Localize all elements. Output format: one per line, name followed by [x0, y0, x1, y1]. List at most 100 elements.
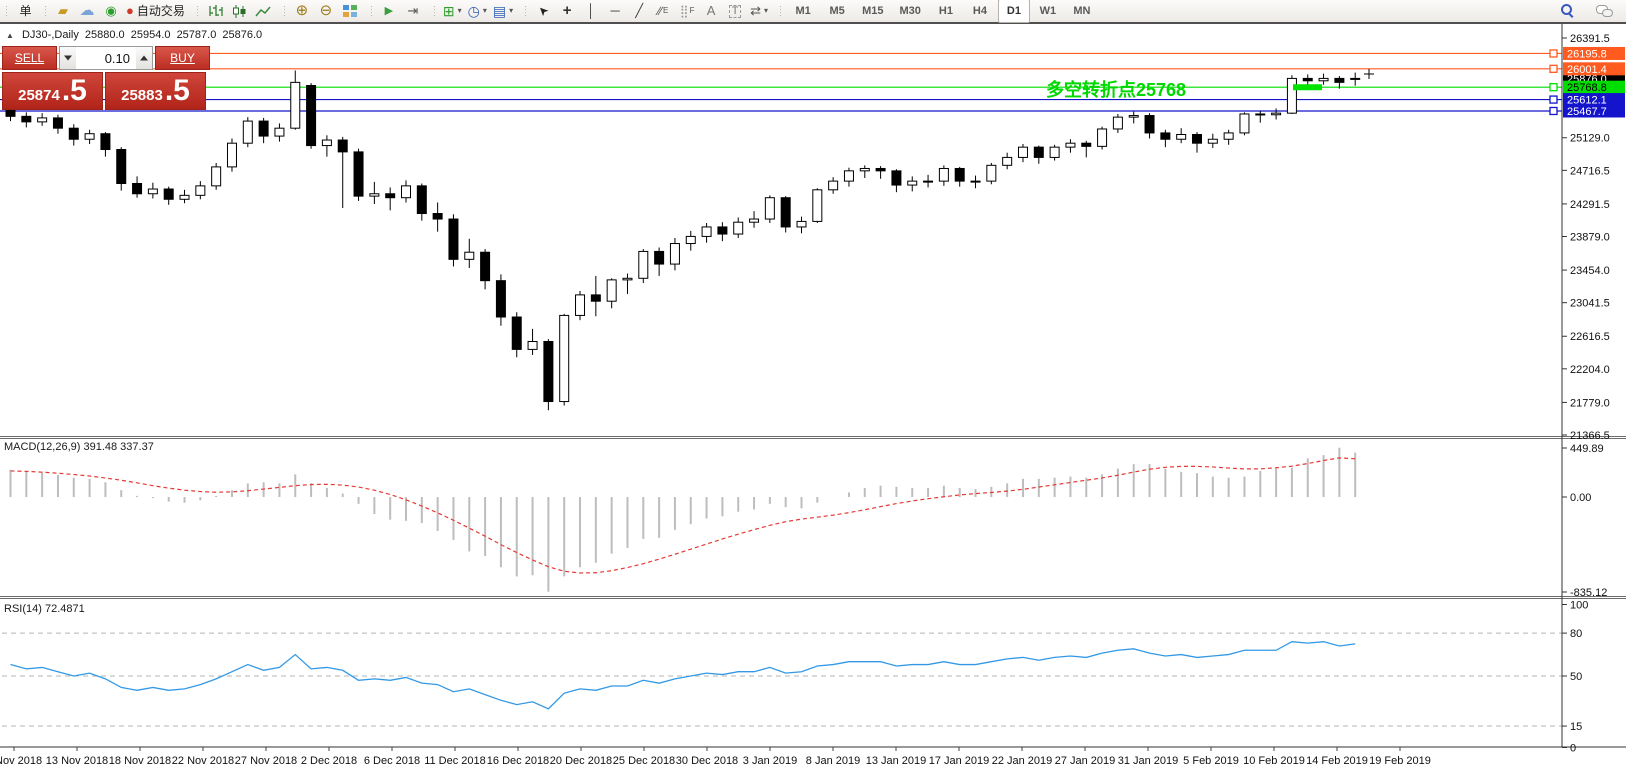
period-icon[interactable]: ◷▾	[465, 2, 490, 20]
date-label: 2 Dec 2018	[301, 755, 357, 767]
date-label: 22 Jan 2019	[992, 755, 1053, 767]
buy-button[interactable]: BUY	[155, 46, 210, 70]
timeframe-mn-label: MN	[1073, 2, 1090, 20]
toolbar-drag-handle[interactable]	[282, 4, 287, 18]
dropdown-caret-icon[interactable]: ▾	[458, 2, 462, 20]
market-cloud-icon[interactable]: ☁	[75, 2, 99, 20]
timeframe-mn[interactable]: MN	[1066, 0, 1098, 23]
toolbar-drag-handle[interactable]	[778, 4, 783, 18]
collapse-panel-arrow-icon[interactable]: ▲	[6, 31, 14, 40]
bear-candle	[718, 227, 727, 234]
toolbar-drag-handle[interactable]	[523, 4, 528, 18]
bar-chart-icon[interactable]	[203, 2, 227, 20]
bull-candle	[1098, 129, 1107, 146]
vertical-line-icon[interactable]: │	[579, 2, 603, 20]
high-value: 25954.0	[131, 29, 171, 41]
auto-trading-button[interactable]: ●自动交易	[123, 2, 188, 20]
date-label: 10 Feb 2019	[1243, 755, 1305, 767]
toolbar-drag-handle[interactable]	[43, 4, 48, 18]
line-endpoint-marker[interactable]	[1550, 50, 1557, 57]
volume-input[interactable]	[76, 47, 136, 69]
date-label: 25 Dec 2018	[613, 755, 675, 767]
buy-price[interactable]: 25883 .5	[105, 72, 206, 110]
toolbar-drag-handle[interactable]	[4, 4, 9, 18]
date-label: 3 Jan 2019	[743, 755, 797, 767]
rsi-axis-label: 0	[1570, 743, 1576, 755]
timeframe-m30[interactable]: M30	[893, 0, 928, 23]
text-label-icon[interactable]: T	[723, 2, 747, 20]
bear-candle	[496, 281, 505, 317]
line-endpoint-marker[interactable]	[1550, 84, 1557, 91]
candlestick-chart-icon[interactable]	[227, 2, 251, 20]
add-indicator-icon[interactable]: ⊞▾	[440, 2, 465, 20]
zoom-in-icon[interactable]: ⊕	[290, 2, 314, 20]
bull-candle	[370, 194, 379, 196]
timeframe-w1[interactable]: W1	[1032, 0, 1064, 23]
dropdown-caret-icon[interactable]: ▾	[509, 2, 513, 20]
zoom-out-icon-glyph: ⊖	[320, 2, 333, 20]
line-chart-icon[interactable]	[251, 2, 275, 20]
sell-button[interactable]: SELL	[2, 46, 57, 70]
timeframe-m30-label: M30	[900, 2, 921, 20]
volume-decrease-button[interactable]	[60, 47, 76, 69]
bull-candle	[227, 143, 236, 167]
chat-icon[interactable]	[1592, 2, 1616, 20]
auto-scroll-icon-glyph: ▶	[385, 2, 393, 20]
timeframe-m5[interactable]: M5	[821, 0, 853, 23]
search-icon[interactable]	[1556, 2, 1580, 20]
macd-axis-label: 0.00	[1570, 492, 1591, 504]
chart-profile-icon-glyph: ▰	[58, 2, 68, 20]
buy-price-int: 25883	[121, 88, 163, 103]
trendline-icon[interactable]: ╱	[627, 2, 651, 20]
chart-profile-icon[interactable]: ▰	[51, 2, 75, 20]
bull-candle	[686, 236, 695, 243]
date-label: 16 Dec 2018	[487, 755, 549, 767]
timeframe-d1[interactable]: D1	[998, 0, 1030, 23]
dropdown-caret-icon[interactable]: ▾	[483, 2, 487, 20]
timeframe-h1-label: H1	[939, 2, 953, 20]
bull-candle	[939, 168, 948, 181]
crosshair-icon[interactable]: +	[555, 2, 579, 20]
new-order-button-label: 单	[19, 2, 31, 20]
chart-shift-icon[interactable]: ⇥	[401, 2, 425, 20]
bull-candle	[765, 198, 774, 219]
line-endpoint-marker[interactable]	[1550, 96, 1557, 103]
pivot-annotation[interactable]: 多空转折点25768	[1046, 76, 1186, 102]
signal-icon-glyph: ◉	[105, 2, 116, 20]
timeframe-m15[interactable]: M15	[855, 0, 890, 23]
line-endpoint-marker[interactable]	[1550, 107, 1557, 114]
market-cloud-icon-glyph: ☁	[80, 2, 95, 20]
toolbar-drag-handle[interactable]	[369, 4, 374, 18]
timeframe-h4[interactable]: H4	[964, 0, 996, 23]
line-endpoint-marker[interactable]	[1550, 65, 1557, 72]
cursor-icon[interactable]: ➤	[531, 2, 555, 20]
date-label: 27 Jan 2019	[1055, 755, 1116, 767]
text-icon[interactable]: A	[699, 2, 723, 20]
zoom-out-icon[interactable]: ⊖	[314, 2, 338, 20]
volume-increase-button[interactable]	[136, 47, 152, 69]
auto-scroll-icon[interactable]: ▶	[377, 2, 401, 20]
bear-candle	[69, 128, 78, 139]
arrows-icon[interactable]: ⇄▾	[747, 2, 771, 20]
fibonacci-icon[interactable]: ⣿F	[675, 2, 699, 20]
dropdown-caret-icon[interactable]: ▾	[764, 2, 768, 20]
bear-candle	[22, 116, 31, 122]
bear-candle	[1082, 143, 1091, 146]
bull-candle	[196, 186, 205, 195]
equidistant-channel-icon[interactable]: ∕∕E	[651, 2, 675, 20]
timeframe-h1[interactable]: H1	[930, 0, 962, 23]
bear-candle	[1303, 78, 1312, 80]
bull-candle	[639, 251, 648, 278]
auto-trading-button-glyph: ●	[126, 2, 134, 20]
tile-windows-icon[interactable]	[338, 2, 362, 20]
sell-price[interactable]: 25874 .5	[2, 72, 103, 110]
signal-icon[interactable]: ◉	[99, 2, 123, 20]
bull-candle	[1003, 157, 1012, 165]
horizontal-line-icon[interactable]: ─	[603, 2, 627, 20]
template-icon[interactable]: ▤▾	[490, 2, 516, 20]
toolbar-drag-handle[interactable]	[195, 4, 200, 18]
timeframe-m1[interactable]: M1	[787, 0, 819, 23]
new-order-button[interactable]: 单	[12, 2, 36, 20]
bear-candle	[6, 110, 15, 116]
toolbar-drag-handle[interactable]	[432, 4, 437, 18]
